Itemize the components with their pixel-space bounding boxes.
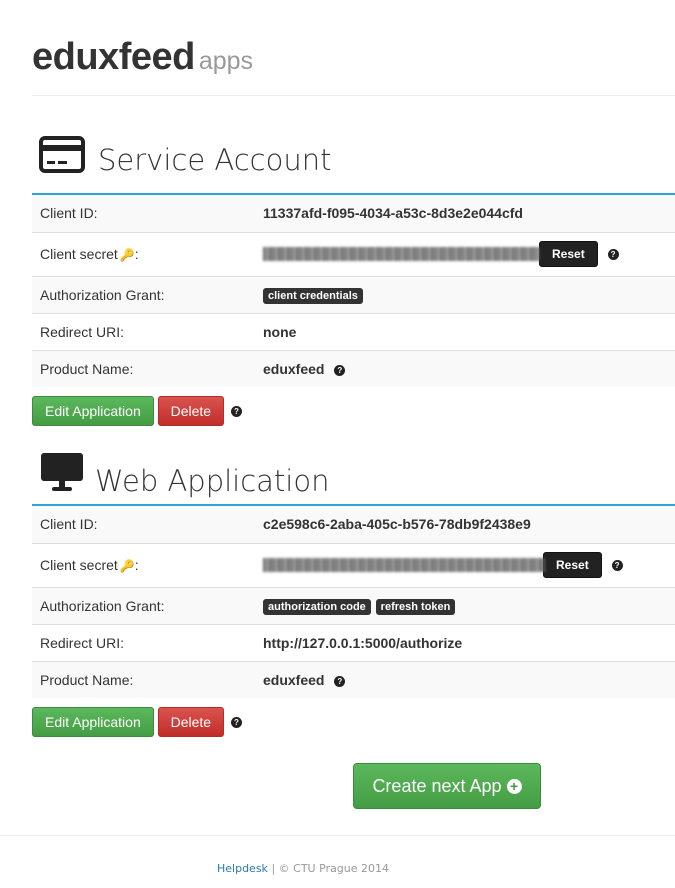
create-next-app-button[interactable]: Create next App + [353,763,541,809]
reset-secret-button[interactable]: Reset [539,241,598,267]
table-row: Client secret 🔑: Reset ? [32,231,675,276]
key-icon: 🔑 [119,248,135,262]
section-title: Web Application [95,464,330,498]
app-section-service-account: Service Account Client ID: 11337afd-f095… [32,135,675,435]
app-details-table: Client ID: c2e598c6-2aba-405c-b576-78db9… [32,506,675,698]
footer: Helpdesk | © CTU Prague 2014 [217,862,389,875]
grant-badge: client credentials [263,287,363,304]
product-cell: eduxfeed ? [263,660,675,698]
table-row: Client ID: 11337afd-f095-4034-a53c-8d3e2… [32,195,675,232]
client-secret-label: Client secret [40,557,118,573]
client-secret-label-cell: Client secret 🔑: [32,231,263,276]
table-row: Redirect URI: none [32,312,675,350]
delete-button[interactable]: Delete [157,707,225,737]
page-header: eduxfeed apps [32,36,253,79]
footer-separator: | [271,862,276,875]
monitor-icon [40,452,84,499]
grant-badge: authorization code [263,598,371,615]
client-id-label: Client ID: [32,506,263,543]
client-id-label: Client ID: [32,195,263,232]
redirect-value: none [263,312,675,350]
table-row: Authorization Grant: authorization code … [32,586,675,624]
section-heading: Web Application [32,452,675,504]
grant-label: Authorization Grant: [32,586,263,624]
brand-title: eduxfeed [32,36,195,78]
create-next-app-label: Create next App [372,776,502,796]
delete-button[interactable]: Delete [157,396,225,426]
grant-label: Authorization Grant: [32,275,263,313]
redirect-value: http://127.0.0.1:5000/authorize [263,623,675,661]
client-secret-label: Client secret [40,246,118,262]
credit-card-icon [39,136,85,176]
app-section-web-application: Web Application Client ID: c2e598c6-2aba… [32,452,675,746]
help-icon[interactable]: ? [334,364,346,376]
action-buttons: Edit Application Delete ? [32,387,675,435]
product-cell: eduxfeed ? [263,349,675,387]
table-row: Product Name: eduxfeed ? [32,349,675,387]
brand-subtitle: apps [198,47,254,75]
help-icon[interactable]: ? [334,675,346,687]
client-secret-masked [263,558,545,572]
client-secret-cell: Reset ? [263,542,675,587]
plus-circle-icon: + [506,779,522,794]
footer-copyright: © CTU Prague 2014 [278,862,390,875]
help-icon[interactable]: ? [607,248,619,260]
reset-secret-button[interactable]: Reset [543,552,602,578]
product-value: eduxfeed [263,671,325,688]
help-icon[interactable]: ? [230,405,242,417]
client-secret-cell: Reset ? [263,231,675,276]
table-row: Product Name: eduxfeed ? [32,660,675,698]
client-id-value: 11337afd-f095-4034-a53c-8d3e2e044cfd [263,195,675,232]
header-divider [32,95,675,96]
client-secret-masked [263,247,541,261]
helpdesk-link[interactable]: Helpdesk [217,862,268,875]
grant-badge: refresh token [375,598,456,615]
redirect-label: Redirect URI: [32,623,263,661]
edit-application-button[interactable]: Edit Application [32,707,154,737]
grant-cell: client credentials [263,275,675,313]
table-row: Client secret 🔑: Reset ? [32,542,675,587]
product-label: Product Name: [32,660,263,698]
key-icon: 🔑 [119,559,135,573]
action-buttons: Edit Application Delete ? [32,698,675,746]
section-title: Service Account [98,143,332,177]
app-details-table: Client ID: 11337afd-f095-4034-a53c-8d3e2… [32,195,675,387]
table-row: Redirect URI: http://127.0.0.1:5000/auth… [32,623,675,661]
section-heading: Service Account [32,135,675,193]
help-icon[interactable]: ? [611,559,623,571]
client-id-value: c2e598c6-2aba-405c-b576-78db9f2438e9 [263,506,675,543]
edit-application-button[interactable]: Edit Application [32,396,154,426]
help-icon[interactable]: ? [230,716,242,728]
footer-divider [0,835,675,836]
client-secret-label-cell: Client secret 🔑: [32,542,263,587]
product-label: Product Name: [32,349,263,387]
table-row: Authorization Grant: client credentials [32,275,675,313]
table-row: Client ID: c2e598c6-2aba-405c-b576-78db9… [32,506,675,543]
redirect-label: Redirect URI: [32,312,263,350]
product-value: eduxfeed [263,360,325,377]
grant-cell: authorization code refresh token [263,586,675,624]
